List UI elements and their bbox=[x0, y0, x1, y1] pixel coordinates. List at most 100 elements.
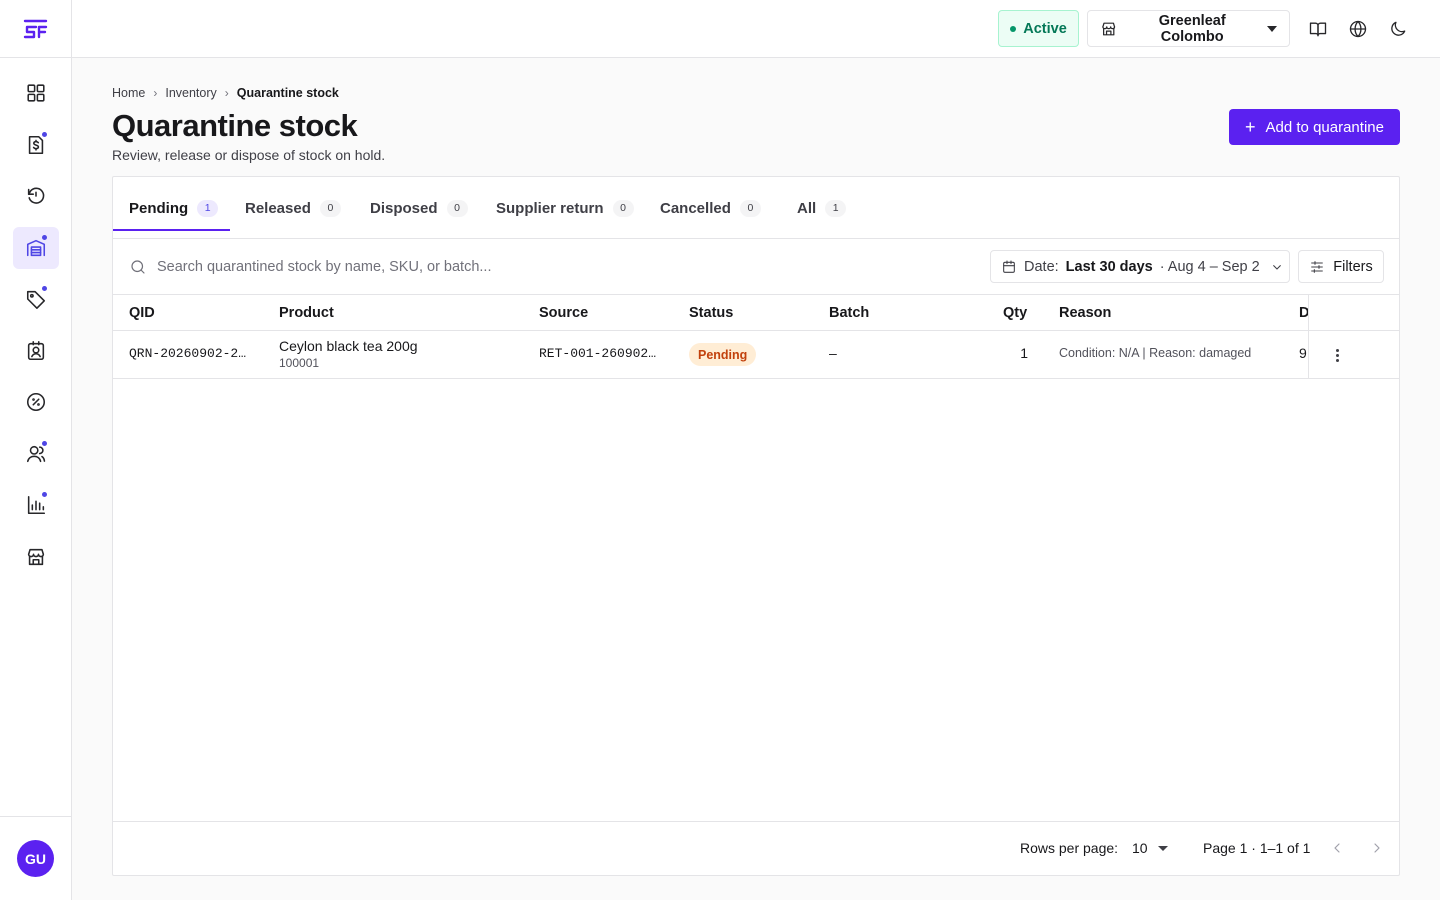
sidebar-item-pricing[interactable] bbox=[13, 278, 59, 320]
sidebar-footer: GU bbox=[0, 816, 71, 900]
table-row[interactable]: QRN-20260902-2… Ceylon black tea 200g 10… bbox=[113, 331, 1399, 379]
contact-badge-icon bbox=[27, 340, 44, 360]
column-header-reason[interactable]: Reason bbox=[1059, 305, 1111, 321]
sidebar-item-users[interactable] bbox=[13, 433, 59, 475]
store-switcher-button[interactable]: Greenleaf Colombo bbox=[1087, 10, 1290, 47]
status-badge: Pending bbox=[689, 343, 757, 366]
chevron-right-icon: › bbox=[224, 86, 229, 100]
sidebar-item-reports[interactable] bbox=[13, 484, 59, 526]
quarantine-table-card: Pending 1 Released 0 Disposed 0 Supplier… bbox=[112, 176, 1400, 876]
tab-count-badge: 0 bbox=[739, 199, 761, 217]
theme-toggle-button[interactable] bbox=[1388, 19, 1408, 39]
chevron-right-icon bbox=[1374, 843, 1380, 853]
page-subtitle: Review, release or dispose of stock on h… bbox=[112, 147, 386, 163]
tab-disposed[interactable]: Disposed 0 bbox=[370, 177, 468, 239]
rows-per-page-select[interactable]: 10 bbox=[1132, 836, 1172, 860]
page-info: Page 1 · 1–1 of 1 bbox=[1203, 840, 1311, 856]
sidebar: GU bbox=[0, 0, 72, 900]
language-button[interactable] bbox=[1348, 19, 1368, 39]
notification-dot bbox=[41, 440, 47, 446]
breadcrumb-inventory[interactable]: Inventory bbox=[165, 86, 216, 100]
previous-page-button[interactable] bbox=[1327, 838, 1347, 858]
discount-badge-icon bbox=[26, 392, 45, 412]
rows-per-page-value: 10 bbox=[1132, 840, 1148, 856]
tab-count-badge: 0 bbox=[319, 199, 341, 217]
breadcrumb-home[interactable]: Home bbox=[112, 86, 145, 100]
row-actions-menu-icon[interactable] bbox=[1329, 347, 1345, 363]
bar-chart-icon bbox=[27, 495, 45, 515]
tab-supplier-return[interactable]: Supplier return 0 bbox=[496, 177, 634, 239]
notification-dot bbox=[41, 286, 47, 291]
date-range-button[interactable]: Date: Last 30 days · Aug 4 – Sep 2 bbox=[990, 250, 1290, 283]
store-status-badge: Active bbox=[998, 10, 1079, 47]
column-header-batch[interactable]: Batch bbox=[829, 305, 869, 321]
pagination-footer: Rows per page: 10 Page 1 · 1–1 of 1 bbox=[113, 821, 1399, 875]
sidebar-nav bbox=[0, 58, 71, 587]
book-icon bbox=[1309, 22, 1327, 37]
tab-count-badge: 1 bbox=[197, 199, 219, 217]
date-range-dates: · Aug 4 – Sep 2 bbox=[1159, 258, 1260, 275]
sidebar-item-sales[interactable] bbox=[13, 124, 59, 166]
tab-cancelled[interactable]: Cancelled 0 bbox=[660, 177, 761, 239]
status-dot-icon bbox=[1010, 25, 1017, 32]
chevron-down-icon bbox=[1267, 25, 1277, 32]
cell-date: 9, bbox=[1299, 345, 1308, 361]
next-page-button[interactable] bbox=[1367, 838, 1387, 858]
column-header-status[interactable]: Status bbox=[689, 305, 733, 321]
sidebar-item-contacts[interactable] bbox=[13, 330, 59, 372]
date-range-label: Last 30 days bbox=[1065, 258, 1153, 275]
cell-reason: Condition: N/A | Reason: damaged bbox=[1059, 346, 1252, 360]
cell-qty: 1 bbox=[1020, 345, 1028, 361]
filters-label: Filters bbox=[1333, 258, 1373, 275]
chevron-down-icon bbox=[1157, 845, 1168, 851]
tab-count-badge: 1 bbox=[825, 199, 847, 217]
sidebar-item-stores[interactable] bbox=[13, 536, 59, 578]
filters-button[interactable]: Filters bbox=[1298, 250, 1384, 283]
page-title: Quarantine stock bbox=[112, 108, 358, 143]
sticky-column-divider bbox=[1308, 295, 1309, 379]
add-to-quarantine-label: Add to quarantine bbox=[1265, 118, 1384, 136]
sidebar-item-dashboard[interactable] bbox=[13, 72, 59, 114]
chevron-left-icon bbox=[1334, 843, 1340, 853]
chevron-right-icon: › bbox=[153, 86, 158, 100]
returns-history-icon bbox=[27, 187, 44, 204]
sidebar-item-inventory[interactable] bbox=[12, 226, 59, 269]
table-toolbar: Date: Last 30 days · Aug 4 – Sep 2 Filte… bbox=[113, 239, 1399, 295]
top-bar: Active Greenleaf Colombo bbox=[72, 0, 1440, 58]
globe-icon bbox=[1349, 20, 1367, 38]
tab-released[interactable]: Released 0 bbox=[245, 177, 341, 239]
invoice-dollar-icon bbox=[28, 135, 43, 154]
brand-logo-icon bbox=[23, 19, 47, 38]
sidebar-item-discounts[interactable] bbox=[13, 381, 59, 423]
chevron-down-icon bbox=[1272, 264, 1281, 270]
user-avatar[interactable]: GU bbox=[17, 840, 54, 877]
cell-product-sku: 100001 bbox=[279, 356, 320, 370]
cell-qid: QRN-20260902-2… bbox=[129, 346, 247, 361]
status-tabs: Pending 1 Released 0 Disposed 0 Supplier… bbox=[113, 177, 1399, 239]
calendar-icon bbox=[1003, 259, 1015, 273]
column-header-product[interactable]: Product bbox=[279, 305, 334, 321]
plus-icon: + bbox=[1245, 117, 1256, 137]
store-name: Greenleaf Colombo bbox=[1158, 12, 1226, 45]
column-header-source[interactable]: Source bbox=[539, 305, 588, 321]
date-prefix: Date: bbox=[1024, 258, 1059, 275]
tab-label: Released bbox=[245, 199, 311, 217]
tab-all[interactable]: All 1 bbox=[797, 177, 847, 239]
breadcrumb-current: Quarantine stock bbox=[236, 86, 339, 100]
active-tab-indicator bbox=[113, 229, 230, 231]
app-logo[interactable] bbox=[0, 0, 71, 58]
search-input[interactable] bbox=[157, 252, 777, 282]
moon-icon bbox=[1391, 21, 1406, 36]
cell-product-name: Ceylon black tea 200g bbox=[279, 338, 418, 354]
sidebar-item-returns[interactable] bbox=[13, 175, 59, 217]
add-to-quarantine-button[interactable]: + Add to quarantine bbox=[1229, 109, 1400, 145]
storefront-icon bbox=[27, 548, 44, 565]
tag-icon bbox=[26, 290, 45, 309]
docs-button[interactable] bbox=[1308, 19, 1328, 39]
column-header-qty[interactable]: Qty bbox=[1003, 305, 1027, 321]
column-header-date[interactable]: D bbox=[1299, 305, 1308, 321]
column-header-qid[interactable]: QID bbox=[129, 305, 155, 321]
storefront-icon bbox=[1102, 22, 1116, 35]
tab-count-badge: 0 bbox=[446, 199, 468, 217]
tab-label: All bbox=[797, 199, 817, 217]
